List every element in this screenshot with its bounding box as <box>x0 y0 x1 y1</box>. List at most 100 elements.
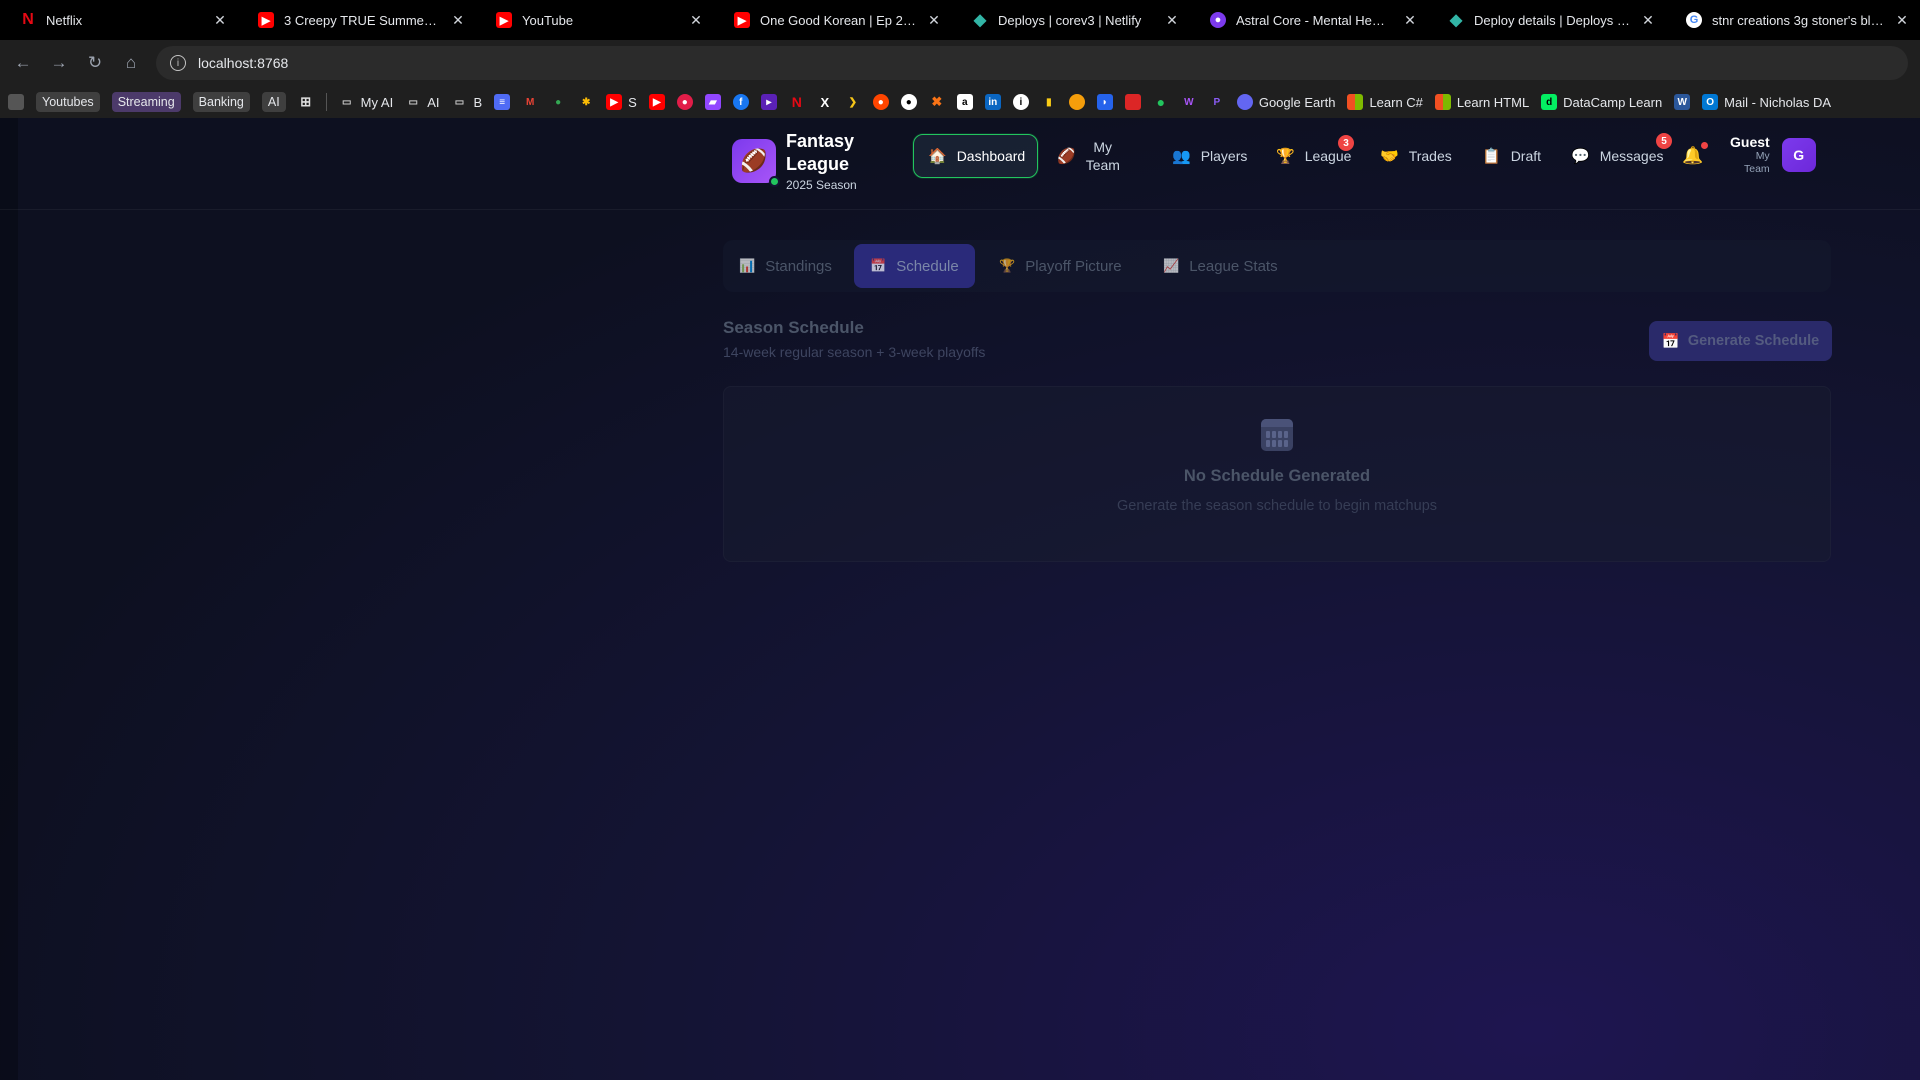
bookmark-label: Learn HTML <box>1456 94 1530 110</box>
browser-tab[interactable]: ▶ One Good Korean | Ep 254 | Ba ✕ <box>714 0 952 40</box>
back-icon[interactable]: ← <box>12 52 34 74</box>
tab-title: One Good Korean | Ep 254 | Ba <box>760 12 916 28</box>
league-subtabs: 📊 Standings 📅 Schedule 🏆 Playoff Picture… <box>723 240 1831 292</box>
tab-standings[interactable]: 📊 Standings <box>723 244 848 288</box>
bookmark-folder[interactable]: ▭ AI <box>405 94 439 110</box>
grid-icon[interactable]: ⊞ <box>298 94 314 110</box>
bookmark-link[interactable]: Learn HTML <box>1434 94 1530 110</box>
x-icon[interactable]: X <box>817 94 833 110</box>
home-icon[interactable]: ⌂ <box>120 52 142 74</box>
bookmark-link[interactable]: Google Earth <box>1236 94 1335 110</box>
chat-icon: 💬 <box>1571 148 1590 165</box>
site-info-icon[interactable]: i <box>170 55 186 71</box>
bookmark-link[interactable]: O Mail - Nicholas DA <box>1702 94 1831 110</box>
tab-league-stats[interactable]: 📈 League Stats <box>1147 244 1294 288</box>
photos-icon[interactable]: ✱ <box>578 94 594 110</box>
tab-playoff-picture[interactable]: 🏆 Playoff Picture <box>983 244 1138 288</box>
football-icon: 🏈 <box>1057 148 1076 165</box>
players-icon: 👥 <box>1172 148 1191 165</box>
bookmark-group-banking[interactable]: Banking <box>192 92 250 112</box>
bookmark-label: Learn C# <box>1369 94 1423 110</box>
close-icon[interactable]: ✕ <box>212 12 228 29</box>
nav-league[interactable]: 🏆 League 3 <box>1262 134 1365 178</box>
brand[interactable]: 🏈 Fantasy League 2025 Season <box>732 130 866 192</box>
nav-label: Trades <box>1408 148 1452 164</box>
bookmark-youtube-s[interactable]: ▶ S <box>606 94 637 110</box>
bookmark-link[interactable]: d DataCamp Learn <box>1541 94 1662 110</box>
linkedin-icon[interactable]: in <box>984 94 1001 110</box>
nav-players[interactable]: 👥 Players <box>1158 134 1261 178</box>
tab-label: Playoff Picture <box>1025 257 1122 275</box>
forward-icon[interactable]: → <box>48 52 70 74</box>
generate-schedule-button[interactable]: 📅 Generate Schedule <box>1649 321 1832 361</box>
bookmark-group-streaming[interactable]: Streaming <box>111 92 181 112</box>
nav-trades[interactable]: 🤝 Trades <box>1366 134 1466 178</box>
p-icon[interactable]: P <box>1209 94 1225 110</box>
avatar[interactable]: G <box>1781 138 1816 172</box>
youtube-icon: ▶ <box>734 12 750 28</box>
netflix-icon[interactable]: N <box>789 94 805 110</box>
reddit-icon[interactable]: ● <box>872 94 889 110</box>
browser-tab[interactable]: N Netflix ✕ <box>0 0 238 40</box>
twitch-icon[interactable]: ▰ <box>704 94 721 110</box>
clipboard-icon: 📋 <box>1482 148 1501 165</box>
gmail-icon[interactable]: M <box>522 94 538 110</box>
close-icon[interactable]: ✕ <box>1894 12 1910 29</box>
close-icon[interactable]: ✕ <box>926 12 942 29</box>
apps-icon[interactable] <box>8 94 24 110</box>
info-icon[interactable]: i <box>1012 94 1029 110</box>
section-subtitle: 14-week regular season + 3-week playoffs <box>723 344 986 360</box>
bookmark-link[interactable]: Learn C# <box>1347 94 1423 110</box>
circle-icon[interactable] <box>1068 94 1085 110</box>
nav-my-team[interactable]: 🏈 My Team <box>1043 134 1153 178</box>
plex-icon[interactable]: ❯ <box>845 94 861 110</box>
user-menu[interactable]: Guest My Team G <box>1730 134 1816 176</box>
left-strip <box>0 118 18 1080</box>
nav-messages[interactable]: 💬 Messages 5 <box>1557 133 1678 178</box>
brand-name: Fantasy League <box>786 131 855 174</box>
browser-tab[interactable]: ▶ YouTube ✕ <box>476 0 714 40</box>
browser-tab[interactable]: ● Astral Core - Mental Health Sup ✕ <box>1190 0 1428 40</box>
music-icon[interactable]: ● <box>676 94 693 110</box>
browser-tab[interactable]: ▶ 3 Creepy TRUE Summer Vacatio ✕ <box>238 0 476 40</box>
w-icon[interactable]: W <box>1181 94 1197 110</box>
amazon-icon[interactable]: a <box>956 94 973 110</box>
evernote-icon[interactable]: ● <box>1153 94 1169 110</box>
video-icon[interactable]: ▸ <box>760 94 777 110</box>
address-bar[interactable]: i localhost:8768 <box>156 46 1908 80</box>
shield-icon[interactable]: ◗ <box>1096 94 1113 110</box>
facebook-icon[interactable]: f <box>732 94 749 110</box>
button-label: Generate Schedule <box>1687 333 1820 349</box>
close-icon[interactable]: ✕ <box>1640 12 1656 29</box>
bookmark-group-youtubes[interactable]: Youtubes <box>36 92 100 112</box>
user-team: My Team <box>1744 150 1770 175</box>
empty-state-title: No Schedule Generated <box>1183 467 1371 485</box>
red-app-icon[interactable] <box>1124 94 1141 110</box>
nav-draft[interactable]: 📋 Draft <box>1468 134 1555 178</box>
close-icon[interactable]: ✕ <box>1402 12 1418 29</box>
browser-tab[interactable]: ◆ Deploys | corev3 | Netlify ✕ <box>952 0 1190 40</box>
league-notification-badge: 3 <box>1338 135 1354 151</box>
bell-icon[interactable]: 🔔 <box>1682 146 1703 166</box>
nav-dashboard[interactable]: 🏠 Dashboard <box>913 134 1038 178</box>
github-icon[interactable]: ● <box>900 94 917 110</box>
maps-icon[interactable]: ● <box>550 94 566 110</box>
tab-schedule[interactable]: 📅 Schedule <box>854 244 975 288</box>
analytics-icon[interactable]: ▮ <box>1041 94 1057 110</box>
close-icon[interactable]: ✕ <box>1164 12 1180 29</box>
bookmark-folder[interactable]: ▭ B <box>451 94 482 110</box>
word-icon[interactable]: W <box>1674 94 1691 110</box>
bookmark-group-ai[interactable]: AI <box>261 92 286 112</box>
tool-icon[interactable]: ✖ <box>929 94 945 110</box>
chart-icon: 📊 <box>739 258 756 273</box>
youtube-icon[interactable]: ▶ <box>648 94 665 110</box>
close-icon[interactable]: ✕ <box>450 12 466 29</box>
browser-tab[interactable]: ◆ Deploy details | Deploys | astral ✕ <box>1428 0 1666 40</box>
reload-icon[interactable]: ↻ <box>84 52 106 74</box>
browser-tab[interactable]: G stnr creations 3g stoner's blend ✕ <box>1666 0 1920 40</box>
bookmark-folder[interactable]: ▭ My AI <box>339 94 393 110</box>
docs-icon[interactable]: ≡ <box>494 94 511 110</box>
close-icon[interactable]: ✕ <box>688 12 704 29</box>
divider <box>325 93 327 111</box>
globe-icon <box>1236 94 1253 110</box>
